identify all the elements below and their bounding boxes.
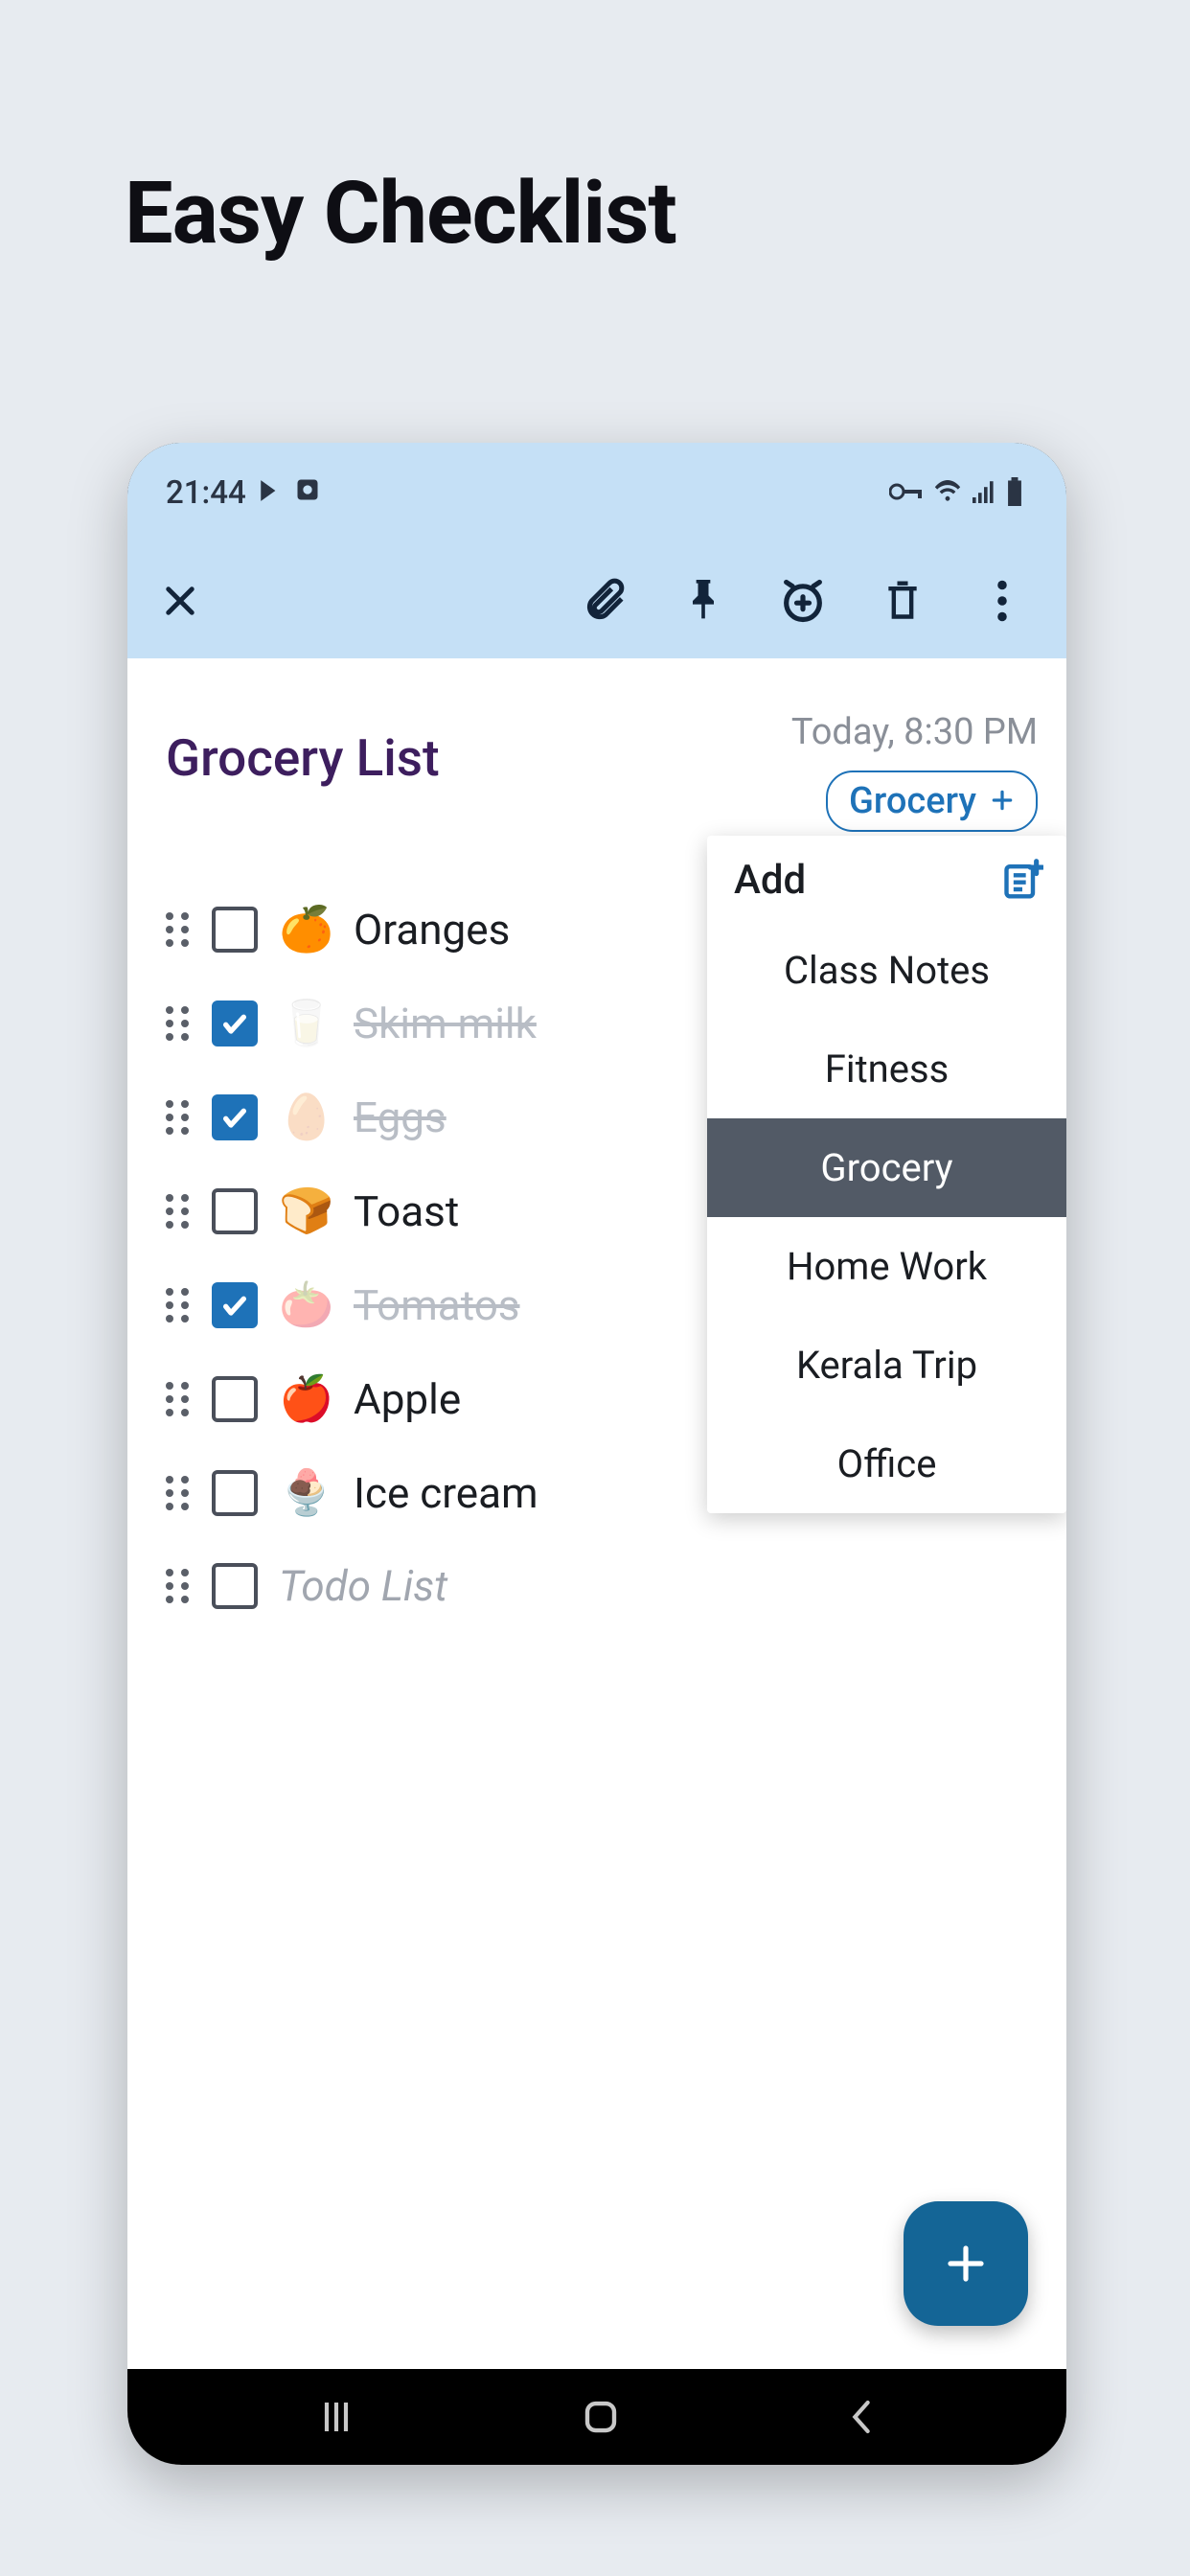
app-icon [294, 474, 321, 512]
plus-icon [943, 2241, 989, 2287]
toolbar-actions [578, 575, 1042, 627]
dropdown-item[interactable]: Fitness [707, 1020, 1066, 1118]
category-dropdown: Add Class NotesFitnessGroceryHome WorkKe… [707, 836, 1066, 1513]
pin-button[interactable] [677, 575, 729, 627]
dropdown-item[interactable]: Office [707, 1414, 1066, 1513]
wifi-icon [933, 480, 962, 507]
more-button[interactable] [976, 575, 1028, 627]
item-label[interactable]: Skim milk [354, 999, 537, 1048]
fab-add-button[interactable] [904, 2201, 1028, 2326]
drag-handle[interactable] [166, 1382, 191, 1416]
checkbox[interactable] [212, 1470, 258, 1516]
close-button[interactable] [151, 572, 209, 630]
item-label[interactable]: Ice cream [354, 1468, 538, 1518]
new-item-placeholder[interactable]: Todo List [279, 1561, 447, 1611]
signal-icon [972, 480, 996, 507]
list-title[interactable]: Grocery List [166, 728, 440, 788]
tag-label: Grocery [849, 780, 976, 822]
checkbox[interactable] [212, 1376, 258, 1422]
checklist-new-item: Todo List [166, 1561, 1038, 1611]
status-left: 21:44 [166, 474, 321, 512]
attach-button[interactable] [578, 575, 629, 627]
item-label[interactable]: Eggs [354, 1092, 446, 1142]
checkbox[interactable] [212, 1000, 258, 1046]
alarm-add-icon [778, 576, 828, 626]
trash-icon [881, 577, 924, 625]
dropdown-item[interactable]: Kerala Trip [707, 1316, 1066, 1414]
item-emoji: 🍞 [279, 1185, 332, 1237]
item-emoji: 🥚 [279, 1092, 332, 1143]
content-header: Grocery List Today, 8:30 PM Grocery [166, 711, 1038, 832]
paperclip-icon [580, 577, 628, 625]
home-icon [581, 2397, 621, 2437]
dropdown-item[interactable]: Grocery [707, 1118, 1066, 1217]
item-label[interactable]: Toast [354, 1186, 459, 1236]
phone-screen: 21:44 [127, 443, 1066, 2465]
drag-handle[interactable] [166, 1194, 191, 1229]
status-right [889, 477, 1023, 510]
nav-home-button[interactable] [581, 2397, 621, 2437]
status-time: 21:44 [166, 474, 246, 512]
drag-handle[interactable] [166, 912, 191, 947]
pin-icon [682, 575, 724, 627]
header-right: Today, 8:30 PM Grocery [791, 711, 1038, 832]
toolbar [127, 543, 1066, 658]
phone-frame: 21:44 [127, 443, 1066, 2465]
dropdown-item[interactable]: Home Work [707, 1217, 1066, 1316]
checkbox[interactable] [212, 1094, 258, 1140]
drag-handle[interactable] [166, 1288, 191, 1322]
checkbox[interactable] [212, 1282, 258, 1328]
dropdown-item[interactable]: Class Notes [707, 921, 1066, 1020]
item-emoji: 🍊 [279, 904, 332, 955]
item-label[interactable]: Apple [354, 1374, 461, 1424]
drag-handle[interactable] [166, 1569, 191, 1603]
nav-bar [127, 2369, 1066, 2465]
more-vert-icon [996, 580, 1008, 622]
hero-title: Easy Checklist [125, 163, 676, 264]
new-list-icon [1001, 858, 1043, 900]
drag-handle[interactable] [166, 1100, 191, 1135]
note-date: Today, 8:30 PM [791, 711, 1038, 753]
drag-handle[interactable] [166, 1476, 191, 1510]
recents-icon [317, 2398, 355, 2436]
item-emoji: 🥛 [279, 998, 332, 1049]
back-icon [846, 2398, 877, 2436]
new-list-button[interactable] [1001, 858, 1043, 904]
vpn-key-icon [889, 481, 924, 506]
dropdown-title: Add [734, 857, 806, 904]
item-emoji: 🍎 [279, 1373, 332, 1425]
checkbox[interactable] [212, 907, 258, 953]
dropdown-header: Add [707, 836, 1066, 921]
item-emoji: 🍅 [279, 1279, 332, 1331]
plus-icon [990, 780, 1015, 822]
item-emoji: 🍨 [279, 1467, 332, 1519]
item-label[interactable]: Tomatos [354, 1280, 520, 1330]
tag-pill[interactable]: Grocery [826, 770, 1038, 832]
play-store-icon [258, 474, 283, 512]
content-area: Grocery List Today, 8:30 PM Grocery 🍊 Ora… [127, 658, 1066, 2369]
checkbox[interactable] [212, 1188, 258, 1234]
battery-icon [1006, 477, 1023, 510]
checkbox[interactable] [212, 1563, 258, 1609]
status-bar: 21:44 [127, 443, 1066, 543]
alarm-button[interactable] [777, 575, 829, 627]
drag-handle[interactable] [166, 1006, 191, 1041]
nav-back-button[interactable] [846, 2398, 877, 2436]
dropdown-items: Class NotesFitnessGroceryHome WorkKerala… [707, 921, 1066, 1513]
delete-button[interactable] [877, 575, 928, 627]
close-icon [160, 581, 200, 621]
nav-recents-button[interactable] [317, 2398, 355, 2436]
item-label[interactable]: Oranges [354, 905, 510, 954]
